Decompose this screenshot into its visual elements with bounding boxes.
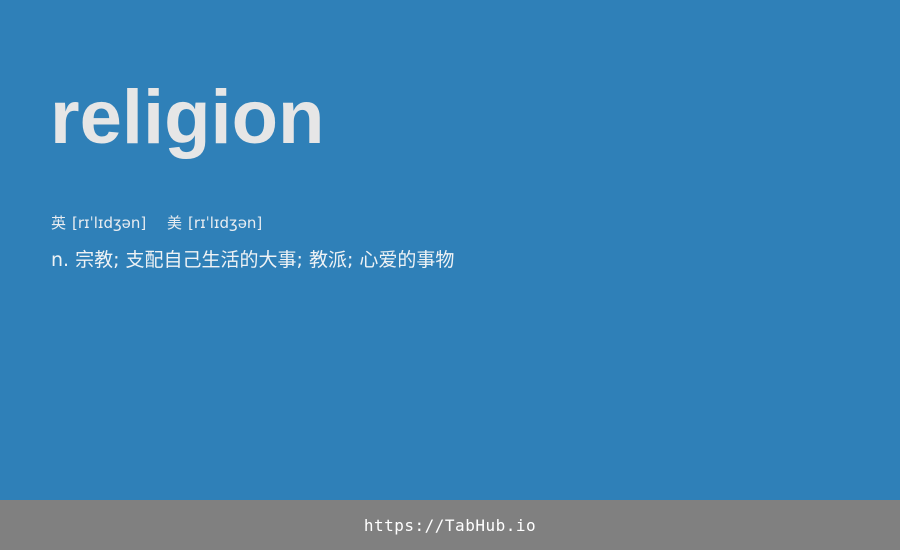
uk-pronunciation: 英 [rɪˈlɪdʒən] — [51, 212, 146, 234]
footer-bar: https://TabHub.io — [0, 500, 900, 550]
headword: religion — [50, 75, 325, 160]
uk-label: 英 — [51, 214, 67, 232]
part-of-speech: n. — [51, 249, 70, 271]
definition-line: n. 宗教; 支配自己生活的大事; 教派; 心爱的事物 — [51, 246, 454, 274]
word-card: religion 英 [rɪˈlɪdʒən] 美 [rɪˈlɪdʒən] n. 宗教;… — [0, 0, 900, 500]
phonetics-line: 英 [rɪˈlɪdʒən] 美 [rɪˈlɪdʒən] — [51, 212, 262, 234]
tabhub-link[interactable]: https://TabHub.io — [364, 516, 536, 535]
uk-ipa: [rɪˈlɪdʒən] — [72, 214, 147, 232]
us-label: 美 — [167, 214, 183, 232]
us-ipa: [rɪˈlɪdʒən] — [188, 214, 263, 232]
definition-text: 宗教; 支配自己生活的大事; 教派; 心爱的事物 — [75, 249, 455, 271]
us-pronunciation: 美 [rɪˈlɪdʒən] — [167, 212, 262, 234]
